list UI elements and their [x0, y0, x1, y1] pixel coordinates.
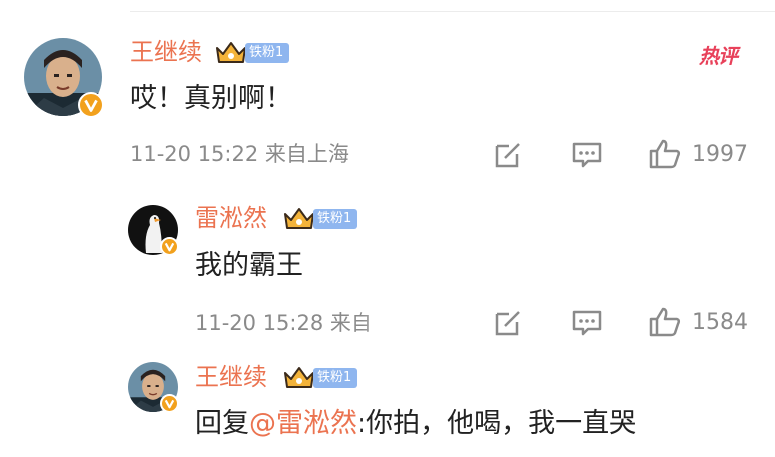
- repost-icon[interactable]: [493, 140, 523, 170]
- fan-level-badge: 铁粉1: [313, 209, 358, 229]
- reply-prefix: 回复: [195, 408, 249, 439]
- crown-icon: [282, 365, 316, 391]
- commenter-name[interactable]: 雷淞然: [195, 206, 267, 230]
- avatar[interactable]: [128, 362, 179, 413]
- repost-icon[interactable]: [493, 308, 523, 338]
- thumbs-up-icon: [649, 139, 681, 169]
- comment-meta: 11-20 15:22 来自上海: [130, 142, 349, 166]
- reply-text: 我的霸王: [195, 250, 303, 281]
- commenter-name[interactable]: 王继续: [130, 40, 202, 64]
- reply-body: :你拍，他喝，我一直哭: [357, 408, 637, 439]
- mention-link[interactable]: @雷淞然: [249, 408, 357, 439]
- verified-badge-icon: [78, 92, 104, 118]
- user-badges: 铁粉1: [282, 206, 358, 232]
- comment-icon[interactable]: [571, 140, 603, 170]
- reply-meta: 11-20 15:28 来自: [195, 311, 372, 335]
- user-badges: 铁粉1: [282, 365, 358, 391]
- like-button[interactable]: 1997: [648, 138, 748, 170]
- commenter-name[interactable]: 王继续: [195, 365, 267, 389]
- reply-text: 回复@雷淞然:你拍，他喝，我一直哭: [195, 410, 636, 437]
- top-divider: [130, 11, 775, 12]
- comment-text: 哎！真别啊！: [130, 83, 292, 114]
- crown-icon: [214, 40, 248, 66]
- verified-badge-icon: [160, 237, 179, 256]
- meta-fade: [362, 309, 422, 339]
- avatar[interactable]: [24, 38, 104, 118]
- thumbs-up-icon: [649, 307, 681, 337]
- fan-level-badge: 铁粉1: [313, 368, 358, 388]
- hot-comment-tag: 热评: [699, 44, 738, 68]
- fan-level-badge: 铁粉1: [245, 43, 290, 63]
- user-badges: 铁粉1: [214, 40, 290, 66]
- comment-icon[interactable]: [571, 308, 603, 338]
- crown-icon: [282, 206, 316, 232]
- like-button[interactable]: 1584: [648, 306, 748, 338]
- avatar[interactable]: [128, 205, 179, 256]
- like-count: 1584: [692, 309, 748, 335]
- like-count: 1997: [692, 141, 748, 167]
- verified-badge-icon: [160, 394, 179, 413]
